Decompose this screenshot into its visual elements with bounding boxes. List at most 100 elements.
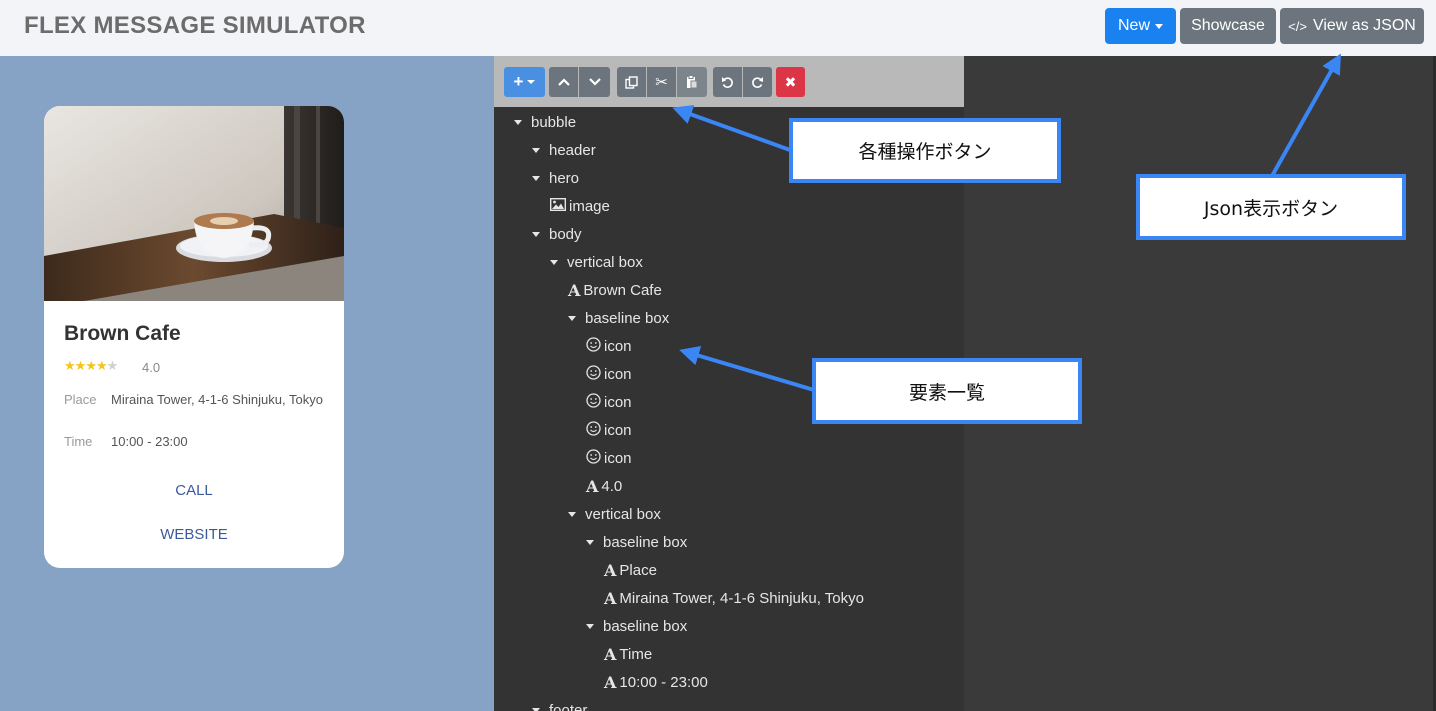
tree-node-container[interactable]: footer — [532, 696, 587, 711]
place-label: Place — [64, 392, 97, 407]
expand-toggle-icon[interactable] — [586, 539, 594, 545]
rating-value: 4.0 — [142, 360, 161, 375]
redo-button[interactable] — [743, 67, 772, 97]
tree-node-icon[interactable]: icon — [586, 360, 632, 388]
tree-node-label: Place — [619, 561, 657, 579]
star-empty-icon: ★ — [106, 358, 119, 373]
tree-node-label: icon — [604, 449, 632, 467]
tree-node-container[interactable]: hero — [532, 164, 579, 192]
time-label: Time — [64, 434, 93, 449]
new-button[interactable]: New — [1105, 8, 1176, 44]
text-type-icon: A — [568, 280, 581, 300]
expand-toggle-icon[interactable] — [532, 175, 540, 181]
smiley-icon — [586, 448, 601, 468]
expand-toggle-icon[interactable] — [568, 511, 576, 517]
code-icon: </> — [1288, 18, 1307, 34]
delete-button[interactable]: ✖ — [776, 67, 805, 97]
expand-toggle-icon[interactable] — [514, 119, 522, 125]
editor-toolbar: + ✂ ✖ — [494, 56, 964, 107]
tree-node-text[interactable]: A 4.0 — [586, 472, 622, 500]
tree-node-label: footer — [549, 701, 588, 711]
move-down-button[interactable] — [579, 67, 610, 97]
tree-node-container[interactable]: baseline box — [586, 612, 687, 640]
tree-node-label: Time — [619, 645, 653, 663]
tree-node-container[interactable]: vertical box — [568, 500, 661, 528]
tree-node-container[interactable]: header — [532, 136, 596, 164]
smiley-icon — [586, 420, 601, 440]
rating-stars: ★★★★★ — [64, 358, 119, 374]
website-button[interactable]: WEBSITE — [44, 526, 344, 543]
toolbar-callout: 各種操作ボタン — [789, 118, 1061, 183]
tree-node-label: icon — [604, 337, 632, 355]
smiley-icon — [586, 336, 601, 356]
card-title: Brown Cafe — [64, 322, 181, 345]
tree-node-label: icon — [604, 421, 632, 439]
tree-node-container[interactable]: baseline box — [568, 304, 669, 332]
smiley-icon — [586, 364, 601, 384]
tree-node-label: hero — [549, 169, 580, 187]
tree-node-label: baseline box — [603, 533, 688, 551]
move-up-button[interactable] — [549, 67, 578, 97]
expand-toggle-icon[interactable] — [532, 147, 540, 153]
tree-node-icon[interactable]: icon — [586, 444, 632, 472]
tree-node-label: image — [569, 197, 610, 215]
tree-node-container[interactable]: baseline box — [586, 528, 687, 556]
text-type-icon: A — [604, 672, 617, 692]
expand-toggle-icon[interactable] — [568, 315, 576, 321]
caret-down-icon — [1155, 23, 1163, 29]
cut-button[interactable]: ✂ — [647, 67, 676, 97]
place-value: Miraina Tower, 4-1-6 Shinjuku, Tokyo — [111, 392, 323, 407]
star-filled-icon: ★ — [64, 358, 76, 373]
copy-button[interactable] — [617, 67, 646, 97]
tree-node-text[interactable]: A Brown Cafe — [568, 276, 662, 304]
add-element-button[interactable]: + — [504, 67, 545, 97]
tree-node-label: icon — [604, 365, 632, 383]
tree-node-container[interactable]: vertical box — [550, 248, 643, 276]
tree-node-label: Miraina Tower, 4-1-6 Shinjuku, Tokyo — [619, 589, 864, 607]
hero-image — [44, 106, 344, 301]
redo-icon — [752, 76, 763, 88]
app-header: FLEX MESSAGE SIMULATOR New Showcase </> … — [0, 0, 1436, 56]
caret-down-icon — [527, 80, 536, 84]
tree-node-icon[interactable]: icon — [586, 416, 632, 444]
expand-toggle-icon[interactable] — [532, 707, 540, 711]
view-as-json-label: View as JSON — [1312, 17, 1416, 34]
undo-button[interactable] — [713, 67, 742, 97]
showcase-button[interactable]: Showcase — [1180, 8, 1276, 44]
smiley-icon — [586, 392, 601, 412]
move-down-icon — [588, 78, 601, 86]
tree-node-icon[interactable]: icon — [586, 388, 632, 416]
tree-callout: 要素一覧 — [812, 358, 1082, 424]
tree-node-icon[interactable]: icon — [586, 332, 632, 360]
tree-node-container[interactable]: bubble — [514, 108, 576, 136]
image-icon — [549, 197, 567, 215]
move-up-icon — [557, 78, 570, 86]
tree-node-text[interactable]: A 10:00 - 23:00 — [604, 668, 708, 696]
undo-icon — [722, 76, 733, 88]
tree-node-text[interactable]: A Time — [604, 640, 652, 668]
expand-toggle-icon[interactable] — [586, 623, 594, 629]
call-button[interactable]: CALL — [44, 482, 344, 499]
tree-node-container[interactable]: body — [532, 220, 582, 248]
new-button-label: New — [1117, 17, 1150, 34]
tree-node-label: baseline box — [585, 309, 670, 327]
tree-node-label: vertical box — [585, 505, 661, 523]
tree-node-text[interactable]: A Miraina Tower, 4-1-6 Shinjuku, Tokyo — [604, 584, 864, 612]
expand-toggle-icon[interactable] — [532, 231, 540, 237]
paste-icon — [687, 75, 698, 89]
view-as-json-button[interactable]: </> View as JSON — [1280, 8, 1424, 44]
json-callout: Json表示ボタン — [1136, 174, 1406, 240]
star-filled-icon: ★ — [85, 358, 97, 373]
expand-toggle-icon[interactable] — [550, 259, 558, 265]
tree-node-text[interactable]: A Place — [604, 556, 657, 584]
copy-icon — [625, 75, 638, 89]
text-type-icon: A — [604, 644, 617, 664]
flex-message-bubble: Brown Cafe ★★★★★ 4.0 Place Miraina Tower… — [44, 106, 344, 568]
tree-node-image[interactable]: image — [549, 192, 610, 220]
paste-button[interactable] — [677, 67, 707, 97]
tree-node-label: vertical box — [567, 253, 643, 271]
delete-icon: ✖ — [784, 73, 797, 90]
tree-node-label: Brown Cafe — [583, 281, 662, 299]
text-type-icon: A — [586, 476, 599, 496]
star-filled-icon: ★ — [95, 358, 108, 373]
